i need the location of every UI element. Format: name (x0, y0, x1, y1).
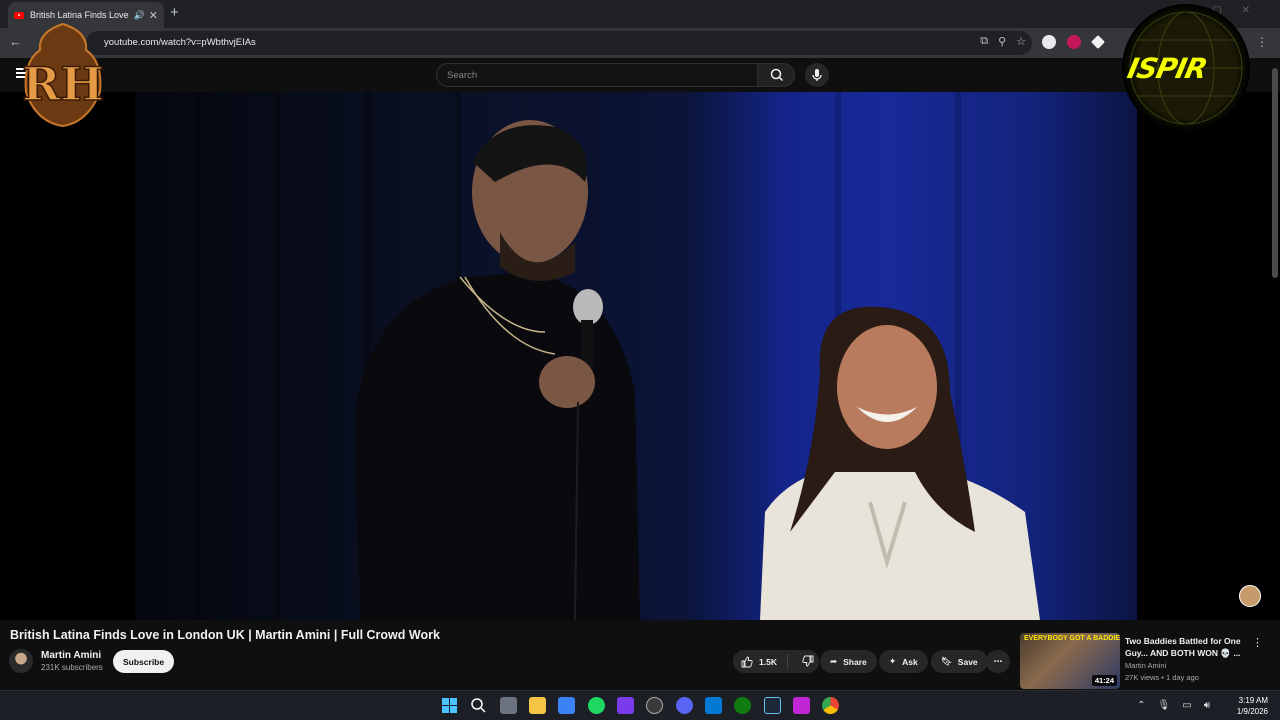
extension-icon[interactable] (1042, 35, 1056, 49)
browser-toolbar: ← youtube.com/watch?v=pWbthvjEIAs ⧉ ⚲ ☆ … (0, 28, 1280, 58)
steam-icon[interactable] (764, 697, 781, 714)
windows-taskbar: ⌃ 🎙︎ ▭ 🔊︎ 3:19 AM 1/9/2026 (0, 690, 1280, 720)
close-icon[interactable]: ✕ (149, 9, 158, 22)
dislike-button[interactable] (794, 655, 822, 669)
recommended-title[interactable]: Two Baddies Battled for One Guy... AND B… (1125, 635, 1243, 659)
new-tab-plus-icon[interactable]: + (170, 4, 179, 21)
search-icon[interactable] (470, 697, 487, 714)
subscribe-button[interactable]: Subscribe (113, 650, 175, 673)
voice-search-button[interactable] (805, 63, 829, 87)
obs-icon[interactable] (646, 697, 663, 714)
logo-right-text: ISPIR (1124, 52, 1210, 85)
spotify-icon[interactable] (588, 697, 605, 714)
task-view-icon[interactable] (500, 697, 517, 714)
stream-logo-left: RH (21, 22, 105, 128)
share-label: Share (843, 656, 867, 667)
channel-watermark-avatar[interactable] (1239, 585, 1261, 607)
store-icon[interactable] (558, 697, 575, 714)
xbox-icon[interactable] (734, 697, 751, 714)
system-tray[interactable]: ⌃ 🎙︎ ▭ 🔊︎ (1137, 700, 1210, 711)
youtube-favicon-icon (14, 11, 24, 19)
clock-time: 3:19 AM (1238, 696, 1268, 705)
share-icon: ➦ (830, 656, 838, 666)
save-button[interactable]: 🔖︎ Save (931, 650, 988, 673)
like-icon (741, 656, 753, 667)
browser-tabstrip: British Latina Finds Love in 🔊 ✕ + —▢✕ (0, 0, 1280, 28)
video-duration: 41:24 (1091, 675, 1117, 686)
dislike-icon (802, 655, 814, 666)
extension-icon[interactable] (1067, 35, 1081, 49)
subscriber-count: 231K subscribers (41, 663, 103, 672)
video-title: British Latina Finds Love in London UK |… (10, 628, 440, 642)
extension-icon[interactable] (1091, 35, 1105, 49)
chevron-up-icon[interactable]: ⌃ (1137, 700, 1145, 711)
recommended-channel[interactable]: Martin Amini (1125, 661, 1166, 670)
search-input[interactable] (437, 64, 757, 87)
youtube-masthead (0, 58, 1280, 92)
system-clock[interactable]: 3:19 AM 1/9/2026 (1237, 695, 1268, 717)
chrome-icon[interactable] (822, 697, 839, 714)
mic-icon (812, 69, 822, 81)
video-player[interactable] (0, 92, 1280, 620)
ask-button[interactable]: ✦ Ask (879, 650, 928, 673)
browser-menu-icon[interactable]: ⋮ (1256, 35, 1268, 49)
video-info: British Latina Finds Love in London UK |… (0, 620, 1280, 690)
mail-icon[interactable] (705, 697, 722, 714)
bookmark-icon: 🔖︎ (941, 656, 952, 666)
volume-icon[interactable]: 🔊︎ (1204, 700, 1210, 711)
address-bar[interactable]: youtube.com/watch?v=pWbthvjEIAs ⧉ ⚲ ☆ (86, 31, 1032, 55)
channel-name[interactable]: Martin Amini (41, 650, 101, 661)
thumbnail-caption: EVERYBODY GOT A BADDIE (1024, 635, 1120, 642)
share-button[interactable]: ➦ Share (820, 650, 877, 673)
stream-logo-right: ISPIR (1122, 4, 1250, 132)
video-frame (135, 92, 1137, 620)
mic-icon[interactable]: 🎙︎ (1158, 700, 1171, 711)
url-text[interactable]: youtube.com/watch?v=pWbthvjEIAs (104, 37, 256, 48)
more-actions-button[interactable]: ⋯ (986, 650, 1010, 673)
like-dislike-group: 1.5K (733, 650, 819, 673)
video-scene (355, 120, 1040, 620)
zoom-icon[interactable]: ⚲ (998, 35, 1006, 48)
recommended-thumbnail[interactable]: EVERYBODY GOT A BADDIE 41:24 (1020, 633, 1120, 689)
search-box[interactable] (436, 63, 758, 87)
cast-icon[interactable]: ⧉ (980, 35, 988, 48)
recommended-meta: 27K views • 1 day ago (1125, 673, 1199, 682)
search-button[interactable] (757, 63, 795, 87)
file-explorer-icon[interactable] (529, 697, 546, 714)
search-icon (770, 68, 784, 82)
clock-date: 1/9/2026 (1236, 707, 1268, 716)
windows-start-icon[interactable] (441, 697, 458, 714)
network-icon[interactable]: ▭ (1182, 700, 1191, 711)
ask-label: Ask (902, 656, 918, 667)
speaker-icon[interactable]: 🔊 (134, 10, 145, 21)
like-count: 1.5K (759, 656, 777, 667)
tab-title: British Latina Finds Love in (30, 10, 130, 20)
channel-avatar[interactable] (9, 649, 33, 673)
logo-left-text: RH (22, 57, 104, 111)
star-icon[interactable]: ☆ (1016, 35, 1026, 48)
discord-icon[interactable] (676, 697, 693, 714)
page-scrollbar[interactable] (1272, 68, 1278, 278)
app-icon[interactable] (793, 697, 810, 714)
app-icon[interactable] (617, 697, 634, 714)
recommended-more-icon[interactable]: ⋮ (1252, 636, 1263, 649)
save-label: Save (957, 656, 978, 667)
sparkle-icon: ✦ (889, 656, 897, 666)
like-button[interactable]: 1.5K (733, 654, 788, 669)
more-icon: ⋯ (993, 656, 1003, 666)
